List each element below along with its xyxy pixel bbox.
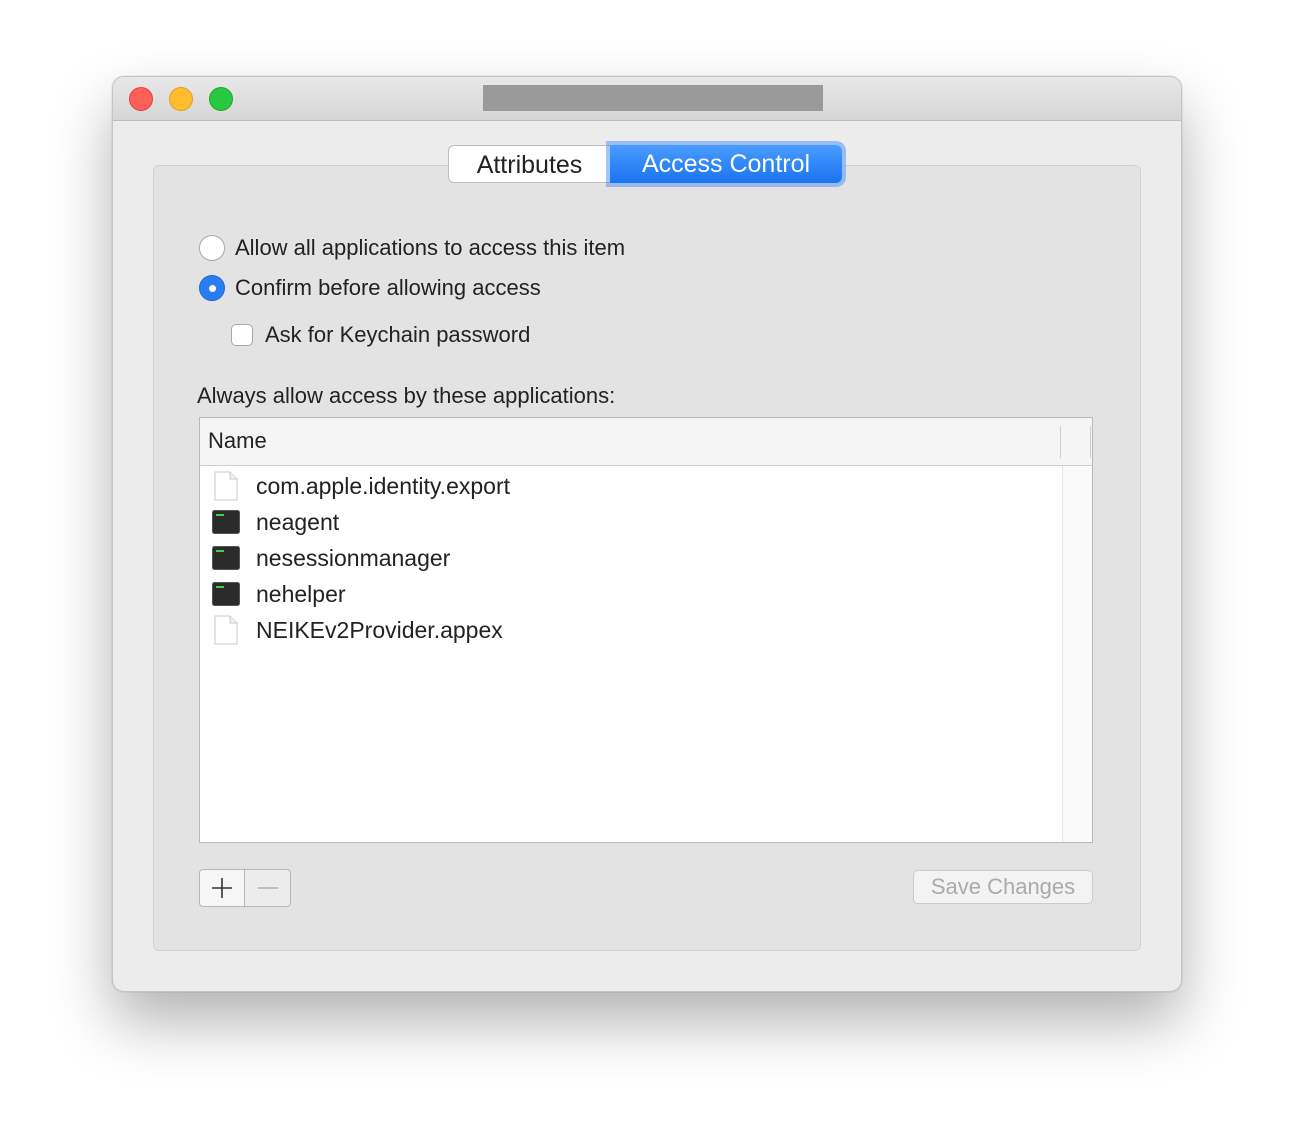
close-window-button[interactable]	[129, 87, 153, 111]
row-name: NEIKEv2Provider.appex	[256, 616, 503, 643]
add-app-button[interactable]	[199, 869, 245, 907]
confirm-label: Confirm before allowing access	[235, 275, 541, 300]
ask-password-checkbox[interactable]	[231, 324, 253, 346]
column-header-name[interactable]: Name	[208, 428, 267, 453]
plus-icon	[212, 878, 232, 898]
row-name: nehelper	[256, 580, 346, 607]
minus-icon	[257, 887, 278, 889]
table-row[interactable]: nehelper	[200, 576, 1062, 612]
window-title-redacted	[483, 85, 823, 111]
allow-all-label: Allow all applications to access this it…	[235, 235, 626, 260]
table-header: Name	[200, 418, 1092, 466]
terminal-icon	[212, 546, 240, 570]
terminal-icon	[212, 510, 240, 534]
title-bar[interactable]	[113, 77, 1181, 121]
apps-table[interactable]: Name com.apple.identity.export neagent n…	[199, 417, 1093, 843]
allow-all-radio[interactable]	[199, 235, 225, 261]
row-name: nesessionmanager	[256, 544, 451, 571]
column-divider	[1090, 426, 1091, 458]
row-name: neagent	[256, 508, 340, 535]
tab-bar: Attributes Access Control	[448, 145, 842, 185]
document-icon	[214, 471, 238, 501]
zoom-window-button[interactable]	[209, 87, 233, 111]
terminal-icon	[212, 582, 240, 606]
column-divider	[1060, 426, 1061, 458]
table-row[interactable]: NEIKEv2Provider.appex	[200, 612, 1062, 648]
apps-section-label: Always allow access by these application…	[197, 383, 616, 408]
add-remove-buttons	[199, 869, 291, 907]
apps-list: com.apple.identity.export neagent nesess…	[200, 468, 1062, 648]
confirm-option[interactable]: Confirm before allowing access	[199, 275, 541, 301]
table-row[interactable]: neagent	[200, 504, 1062, 540]
minimize-window-button[interactable]	[169, 87, 193, 111]
tab-attributes[interactable]: Attributes	[448, 145, 610, 183]
row-name: com.apple.identity.export	[256, 472, 510, 499]
remove-app-button[interactable]	[245, 869, 291, 907]
allow-all-option[interactable]: Allow all applications to access this it…	[199, 235, 625, 261]
confirm-radio[interactable]	[199, 275, 225, 301]
ask-password-label: Ask for Keychain password	[265, 322, 531, 347]
keychain-item-window: Attributes Access Control Allow all appl…	[112, 76, 1182, 992]
table-row[interactable]: nesessionmanager	[200, 540, 1062, 576]
save-changes-button[interactable]: Save Changes	[913, 870, 1093, 904]
tab-access-control[interactable]: Access Control	[610, 145, 842, 183]
document-icon	[214, 615, 238, 645]
ask-password-option[interactable]: Ask for Keychain password	[231, 322, 530, 348]
table-row[interactable]: com.apple.identity.export	[200, 468, 1062, 504]
vertical-scrollbar[interactable]	[1062, 466, 1092, 842]
